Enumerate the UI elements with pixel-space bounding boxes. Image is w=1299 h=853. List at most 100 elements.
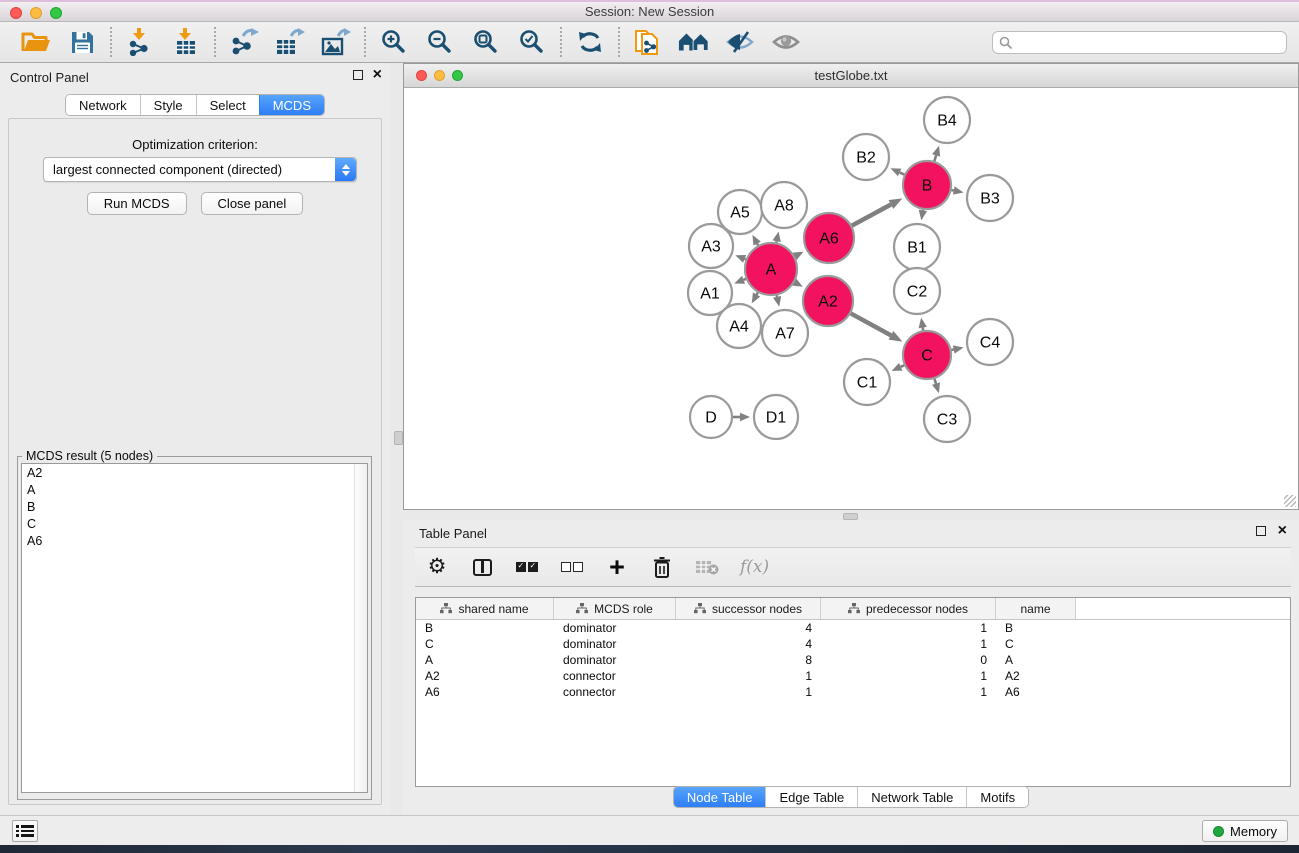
graph-node-B2[interactable]: B2: [843, 134, 889, 180]
horizontal-splitter-handle[interactable]: [843, 513, 858, 520]
network-from-file-button[interactable]: [632, 27, 664, 57]
graph-node-A[interactable]: A: [745, 243, 797, 295]
mcds-result-list[interactable]: A2ABCA6: [21, 463, 368, 793]
column-header-predecessor-nodes[interactable]: predecessor nodes: [821, 598, 996, 619]
graph-node-D[interactable]: D: [690, 396, 732, 438]
function-builder-button-disabled[interactable]: f(x): [740, 553, 769, 581]
column-header-shared-name[interactable]: shared name: [416, 598, 554, 619]
float-table-panel-icon[interactable]: [1256, 526, 1266, 536]
unselect-all-button[interactable]: [560, 553, 584, 581]
result-list-item[interactable]: A: [22, 481, 367, 498]
graph-node-C4[interactable]: C4: [967, 319, 1013, 365]
tab-edge-table[interactable]: Edge Table: [765, 787, 857, 807]
graph-node-B3[interactable]: B3: [967, 175, 1013, 221]
graph-node-C1[interactable]: C1: [844, 359, 890, 405]
import-network-button[interactable]: [124, 27, 156, 57]
minimize-window-button[interactable]: [30, 7, 42, 19]
search-input[interactable]: [992, 31, 1287, 54]
zoom-fit-button[interactable]: [470, 27, 502, 57]
export-network-button[interactable]: [228, 27, 260, 57]
tab-motifs[interactable]: Motifs: [966, 787, 1028, 807]
column-header-MCDS-role[interactable]: MCDS role: [554, 598, 676, 619]
delete-column-button[interactable]: [650, 553, 674, 581]
edge-C-C3[interactable]: [934, 379, 936, 384]
run-mcds-button[interactable]: Run MCDS: [87, 192, 187, 215]
graph-node-C[interactable]: C: [903, 331, 951, 379]
delete-table-button-disabled[interactable]: [695, 553, 719, 581]
home-networks-button[interactable]: [678, 27, 710, 57]
close-window-button[interactable]: [10, 7, 22, 19]
select-all-button[interactable]: [515, 553, 539, 581]
show-graphics-details-button[interactable]: [770, 27, 802, 57]
add-column-button[interactable]: +: [605, 553, 629, 581]
result-list-item[interactable]: C: [22, 515, 367, 532]
graph-node-B4[interactable]: B4: [924, 97, 970, 143]
graph-node-A6[interactable]: A6: [804, 213, 854, 263]
open-session-button[interactable]: [20, 27, 52, 57]
graph-node-D1[interactable]: D1: [754, 395, 798, 439]
save-session-button[interactable]: [66, 27, 98, 57]
memory-button[interactable]: Memory: [1202, 820, 1288, 842]
zoom-in-button[interactable]: [378, 27, 410, 57]
zoom-selected-button[interactable]: [516, 27, 548, 57]
network-window-titlebar[interactable]: testGlobe.txt: [404, 64, 1298, 88]
network-minimize-button[interactable]: [434, 70, 445, 81]
result-list-item[interactable]: A2: [22, 464, 367, 481]
close-panel-icon[interactable]: ×: [373, 70, 382, 80]
tab-node-table[interactable]: Node Table: [674, 787, 766, 807]
column-header-successor-nodes[interactable]: successor nodes: [676, 598, 821, 619]
edge-A-A1[interactable]: [744, 279, 746, 280]
import-table-button[interactable]: [170, 27, 202, 57]
result-list-scrollbar[interactable]: [354, 464, 367, 792]
close-panel-button[interactable]: Close panel: [201, 192, 304, 215]
table-row[interactable]: A6connector11A6: [416, 684, 1290, 700]
edge-B-B4[interactable]: [934, 155, 936, 161]
zoom-window-button[interactable]: [50, 7, 62, 19]
float-panel-icon[interactable]: [353, 70, 363, 80]
table-row[interactable]: Bdominator41B: [416, 620, 1290, 636]
table-row[interactable]: Adominator80A: [416, 652, 1290, 668]
node-table[interactable]: shared nameMCDS rolesuccessor nodesprede…: [415, 597, 1291, 787]
table-row[interactable]: A2connector11A2: [416, 668, 1290, 684]
graph-node-C2[interactable]: C2: [894, 268, 940, 314]
graph-node-C3[interactable]: C3: [924, 396, 970, 442]
network-canvas[interactable]: AA1A2A3A4A5A6A7A8BB1B2B3B4CC1C2C3C4DD1: [404, 88, 1298, 509]
task-history-button[interactable]: [12, 820, 38, 842]
graph-node-A7[interactable]: A7: [762, 310, 808, 356]
network-zoom-button[interactable]: [452, 70, 463, 81]
edge-C-C1[interactable]: [901, 365, 904, 367]
tab-network[interactable]: Network: [66, 95, 140, 115]
window-resize-grip[interactable]: [1284, 495, 1296, 507]
graph-node-A2[interactable]: A2: [803, 276, 853, 326]
graph-node-B[interactable]: B: [903, 161, 951, 209]
table-row[interactable]: Cdominator41C: [416, 636, 1290, 652]
close-table-panel-icon[interactable]: ×: [1278, 526, 1287, 536]
result-list-item[interactable]: A6: [22, 532, 367, 549]
result-list-item[interactable]: B: [22, 498, 367, 515]
edge-B-B2[interactable]: [900, 172, 905, 174]
tab-network-table[interactable]: Network Table: [857, 787, 966, 807]
tab-style[interactable]: Style: [140, 95, 196, 115]
graph-node-A8[interactable]: A8: [761, 182, 807, 228]
zoom-out-button[interactable]: [424, 27, 456, 57]
network-graph[interactable]: AA1A2A3A4A5A6A7A8BB1B2B3B4CC1C2C3C4DD1: [404, 88, 1298, 509]
criterion-select[interactable]: largest connected component (directed): [43, 157, 357, 182]
tab-mcds[interactable]: MCDS: [259, 95, 324, 115]
tab-select[interactable]: Select: [196, 95, 259, 115]
vertical-splitter-handle[interactable]: [394, 431, 403, 445]
edge-A6-B[interactable]: [852, 205, 891, 226]
export-image-button[interactable]: [320, 27, 352, 57]
show-hide-graphics-button[interactable]: [724, 27, 756, 57]
show-columns-button[interactable]: [470, 553, 494, 581]
graph-node-B1[interactable]: B1: [894, 224, 940, 270]
column-header-name[interactable]: name: [996, 598, 1076, 619]
graph-node-A5[interactable]: A5: [718, 190, 762, 234]
graph-node-A4[interactable]: A4: [717, 304, 761, 348]
table-settings-button[interactable]: ⚙: [425, 553, 449, 581]
edge-A-A5[interactable]: [757, 244, 758, 246]
edge-A-A4[interactable]: [757, 293, 758, 295]
export-table-button[interactable]: [274, 27, 306, 57]
network-close-button[interactable]: [416, 70, 427, 81]
refresh-button[interactable]: [574, 27, 606, 57]
edge-A2-C[interactable]: [851, 313, 891, 335]
